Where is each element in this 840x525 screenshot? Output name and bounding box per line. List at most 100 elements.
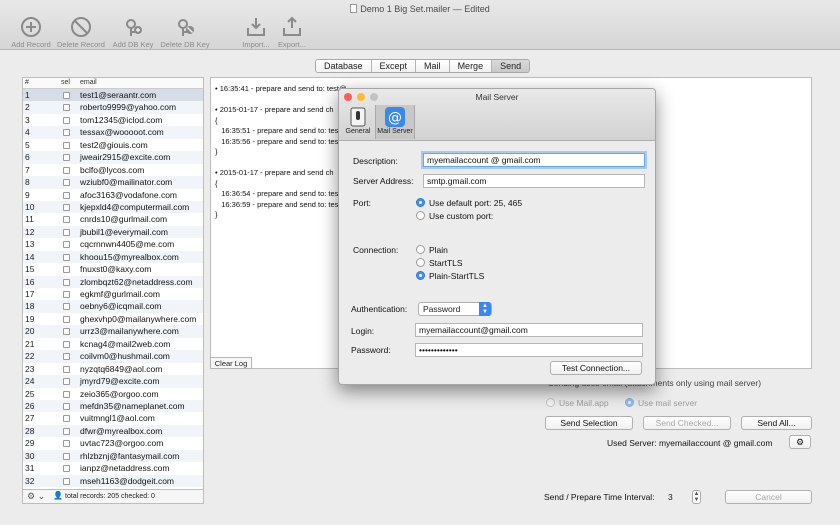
row-checkbox[interactable]: [63, 154, 70, 162]
table-row[interactable]: 26 mefdn35@nameplanet.com: [23, 399, 203, 413]
port-default-radio[interactable]: [416, 198, 425, 207]
row-checkbox[interactable]: [63, 477, 70, 485]
table-row[interactable]: 19 ghexvhp0@mailanywhere.com: [23, 313, 203, 325]
table-row[interactable]: 22 coilvm0@hushmail.com: [23, 350, 203, 363]
password-field[interactable]: •••••••••••••: [415, 343, 643, 357]
table-row[interactable]: 4 tessax@wooooot.com: [23, 126, 203, 139]
table-row[interactable]: 13 cqcrnnwn4405@me.com: [23, 238, 203, 250]
table-row[interactable]: 3 tom12345@iclod.com: [23, 114, 203, 126]
conn-plain-starttls-option[interactable]: Plain-StartTLS: [416, 271, 484, 281]
export-button[interactable]: Export...: [264, 16, 320, 49]
send-all-button[interactable]: Send All...: [741, 416, 812, 430]
row-checkbox[interactable]: [63, 452, 70, 460]
table-row[interactable]: 24 jmyrd79@excite.com: [23, 375, 203, 388]
clear-log-button[interactable]: Clear Log: [210, 357, 252, 369]
row-checkbox[interactable]: [63, 402, 70, 410]
conn-starttls-option[interactable]: StartTLS: [416, 258, 463, 268]
table-row[interactable]: 27 vuitmngl1@aol.com: [23, 412, 203, 424]
interval-stepper[interactable]: ▲ ▼: [692, 490, 701, 504]
table-row[interactable]: 30 rhlzbznj@fantasymail.com: [23, 449, 203, 463]
send-checked-button[interactable]: Send Checked...: [643, 416, 731, 430]
table-row[interactable]: 32 mseh1163@dodgeit.com: [23, 474, 203, 487]
table-row[interactable]: 17 egkmf@gurlmail.com: [23, 288, 203, 300]
table-row[interactable]: 9 afoc3163@vodafone.com: [23, 189, 203, 201]
port-custom-radio[interactable]: [416, 211, 425, 220]
row-checkbox[interactable]: [63, 378, 70, 386]
table-row[interactable]: 23 nyzqtq6849@aol.com: [23, 363, 203, 375]
delete-db-key-button[interactable]: Delete DB Key: [157, 16, 213, 49]
mail-app-radio[interactable]: [546, 398, 555, 407]
row-checkbox[interactable]: [63, 365, 70, 373]
row-checkbox[interactable]: [63, 104, 70, 112]
table-row[interactable]: 20 urrz3@mailanywhere.com: [23, 325, 203, 338]
table-row[interactable]: 11 cnrds10@gurlmail.com: [23, 213, 203, 225]
row-checkbox[interactable]: [63, 166, 70, 174]
table-row[interactable]: 28 dfwr@myrealbox.com: [23, 424, 203, 438]
use-mail-server-option[interactable]: Use mail server: [625, 398, 697, 408]
row-checkbox[interactable]: [63, 415, 70, 423]
table-row[interactable]: 6 jweair2915@excite.com: [23, 151, 203, 164]
server-address-field[interactable]: smtp.gmail.com: [423, 174, 645, 188]
col-header-number[interactable]: #: [25, 79, 29, 86]
conn-plain-starttls-radio[interactable]: [416, 271, 425, 280]
row-checkbox[interactable]: [63, 129, 70, 137]
table-row[interactable]: 15 fnuxst0@kaxy.com: [23, 263, 203, 275]
server-settings-button[interactable]: ⚙: [789, 435, 811, 449]
table-row[interactable]: 8 wziubf0@mailinator.com: [23, 176, 203, 189]
table-row[interactable]: 29 uvtac723@orgoo.com: [23, 437, 203, 449]
row-checkbox[interactable]: [63, 328, 70, 336]
table-row[interactable]: 21 kcnag4@mail2web.com: [23, 338, 203, 350]
tab-send[interactable]: Send: [492, 60, 530, 72]
row-checkbox[interactable]: [63, 253, 70, 261]
login-field[interactable]: myemailaccount@gmail.com: [415, 323, 643, 337]
add-record-button[interactable]: Add Record: [3, 16, 59, 49]
gear-menu-icon[interactable]: ⚙ ⌄: [27, 491, 45, 502]
port-custom-option[interactable]: Use custom port:: [416, 211, 493, 221]
row-checkbox[interactable]: [63, 315, 70, 323]
tab-mail-server[interactable]: @ Mail Server: [375, 105, 415, 139]
test-connection-button[interactable]: Test Connection...: [550, 361, 642, 375]
table-row[interactable]: 12 jbubil1@everymail.com: [23, 225, 203, 239]
row-checkbox[interactable]: [63, 179, 70, 187]
table-row[interactable]: 1 test1@seraantr.com: [23, 89, 203, 102]
records-table[interactable]: # sel email 1 test1@seraantr.com 2 roberto9…: [22, 77, 204, 490]
row-checkbox[interactable]: [63, 116, 70, 124]
table-row[interactable]: 2 roberto9999@yahoo.com: [23, 101, 203, 114]
row-checkbox[interactable]: [63, 427, 70, 435]
authentication-select[interactable]: Password ▲ ▼: [418, 302, 492, 316]
row-checkbox[interactable]: [63, 278, 70, 286]
description-field[interactable]: myemailaccount @ gmail.com: [423, 153, 645, 167]
mail-server-radio[interactable]: [625, 398, 634, 407]
tab-merge[interactable]: Merge: [449, 60, 493, 72]
table-row[interactable]: 31 ianpz@netaddress.com: [23, 462, 203, 474]
tab-mail[interactable]: Mail: [416, 60, 450, 72]
use-mail-app-option[interactable]: Use Mail.app: [546, 398, 609, 408]
row-checkbox[interactable]: [63, 191, 70, 199]
conn-starttls-radio[interactable]: [416, 258, 425, 267]
row-checkbox[interactable]: [63, 203, 70, 211]
col-header-email[interactable]: email: [80, 79, 97, 86]
send-selection-button[interactable]: Send Selection: [545, 416, 633, 430]
table-row[interactable]: 5 test2@giouis.com: [23, 139, 203, 151]
table-row[interactable]: 14 khoou15@myrealbox.com: [23, 250, 203, 264]
row-checkbox[interactable]: [63, 228, 70, 236]
conn-plain-option[interactable]: Plain: [416, 245, 448, 255]
table-row[interactable]: 16 zlombqzt62@netaddress.com: [23, 275, 203, 288]
add-db-key-button[interactable]: Add DB Key: [105, 16, 161, 49]
row-checkbox[interactable]: [63, 241, 70, 249]
row-checkbox[interactable]: [63, 92, 70, 99]
row-checkbox[interactable]: [63, 340, 70, 348]
table-row[interactable]: 7 bclfo@lycos.com: [23, 164, 203, 176]
row-checkbox[interactable]: [63, 390, 70, 398]
interval-value[interactable]: 3: [668, 492, 673, 502]
tab-database[interactable]: Database: [316, 60, 372, 72]
row-checkbox[interactable]: [63, 465, 70, 473]
row-checkbox[interactable]: [63, 216, 70, 224]
cancel-button[interactable]: Cancel: [725, 490, 812, 504]
table-row[interactable]: 25 zeio365@orgoo.com: [23, 388, 203, 400]
row-checkbox[interactable]: [63, 266, 70, 274]
row-checkbox[interactable]: [63, 440, 70, 448]
tab-general[interactable]: General: [341, 105, 375, 139]
table-row[interactable]: 10 kjepxld4@computermail.com: [23, 200, 203, 214]
row-checkbox[interactable]: [63, 353, 70, 361]
